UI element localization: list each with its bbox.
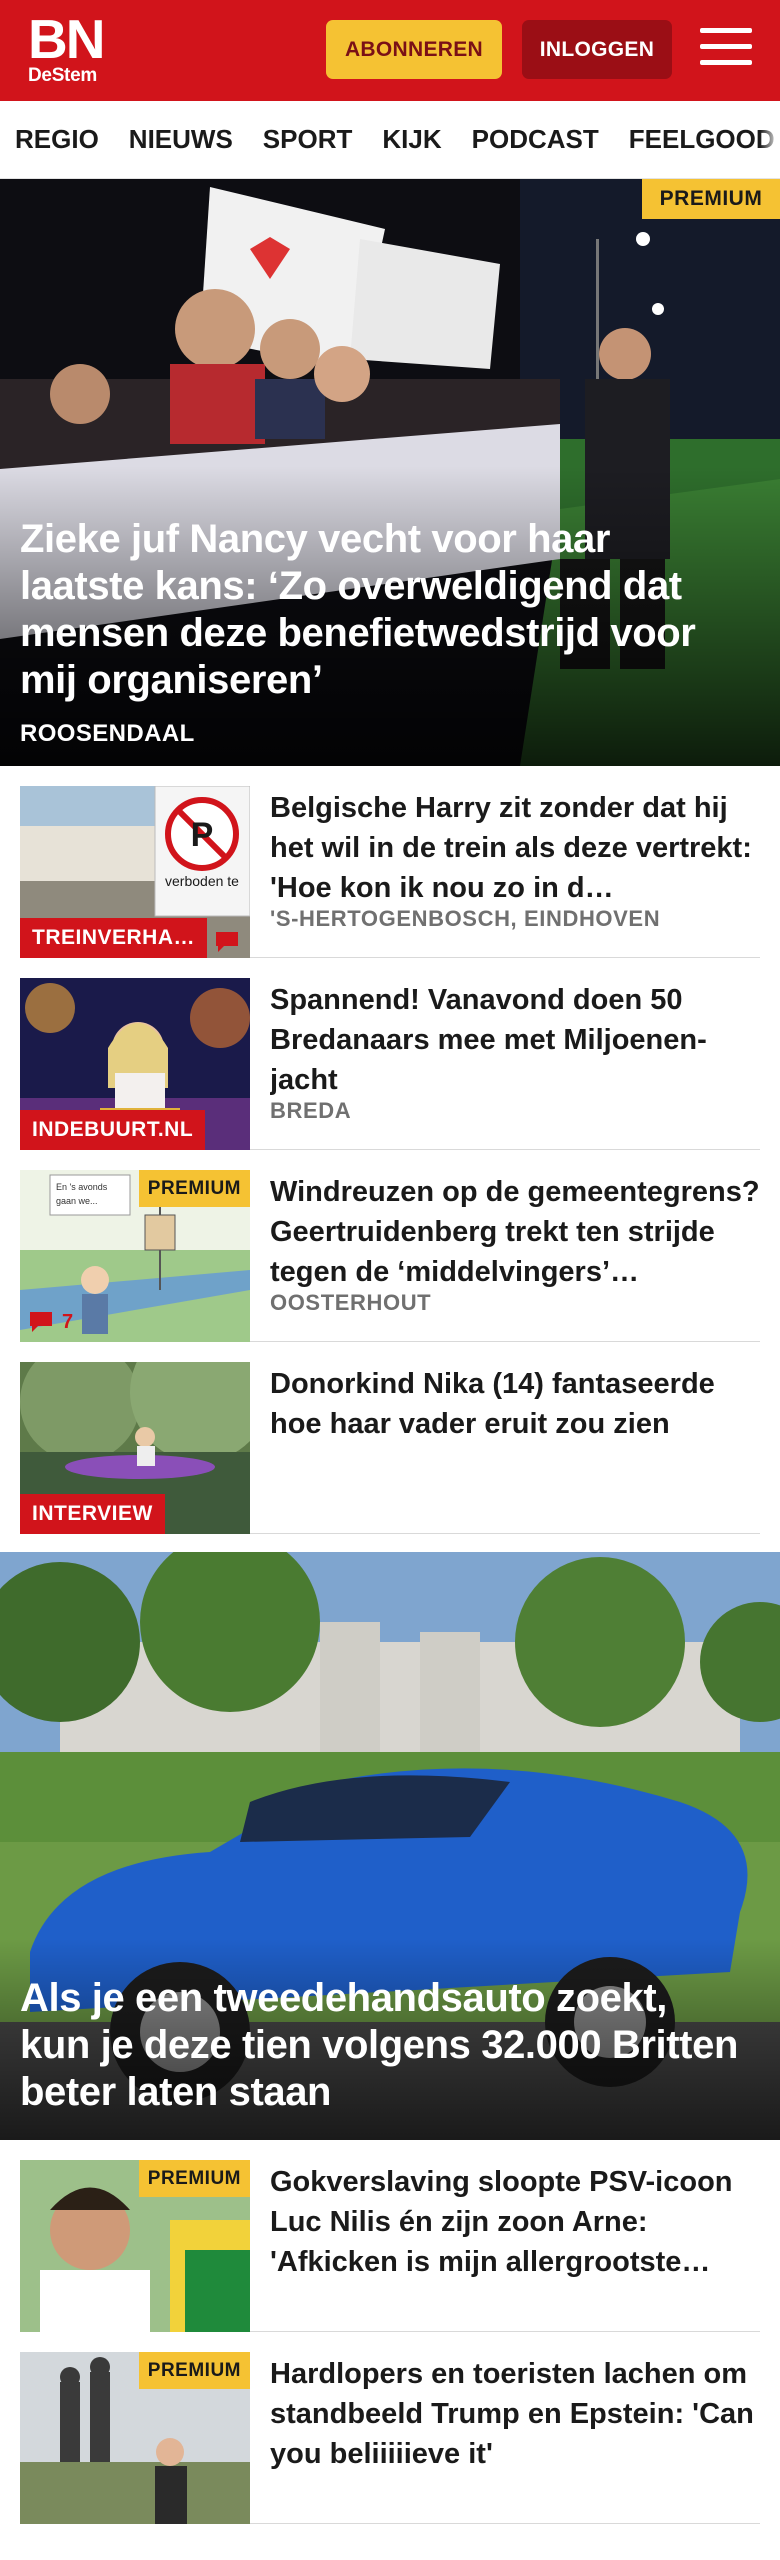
article-thumbnail: INDEBUURT.NL [20,978,250,1150]
subscribe-button[interactable]: ABONNEREN [326,20,502,79]
article-location: 'S-HERTOGENBOSCH, EINDHOVEN [270,906,661,931]
comment-icon [30,1312,52,1332]
comment-count[interactable]: 7 [28,1310,73,1334]
login-button[interactable]: INLOGGEN [522,20,672,79]
nav-item-sport[interactable]: SPORT [263,124,353,155]
list-item[interactable]: INDEBUURT.NL Spannend! Vanavond doen 50 … [20,958,760,1150]
article-title[interactable]: Gokverslaving sloopte PSV-icoon Luc Nili… [270,2162,760,2282]
list-item[interactable]: PREMIUM Gokverslaving sloopte PSV-icoon … [20,2140,760,2332]
article-title[interactable]: Hardlopers en toeristen lachen om standb… [270,2354,760,2474]
feature-title[interactable]: Als je een tweedehandsauto zoekt, kun je… [20,1975,740,2116]
premium-badge: PREMIUM [642,179,780,219]
article-list-2: PREMIUM Gokverslaving sloopte PSV-icoon … [0,2140,780,2524]
nav-fade [760,101,780,178]
article-title[interactable]: Donorkind Nika (14) fantaseerde hoe haar… [270,1364,760,1444]
article-location: BREDA [270,1098,352,1123]
article-thumbnail: PREMIUM [20,2352,250,2524]
article-thumbnail: P verboden te TREINVERHA… [20,786,250,958]
hero-location: ROOSENDAAL [20,720,195,747]
list-item[interactable]: P verboden te TREINVERHA… Belgische Harr… [20,766,760,958]
comment-icon [214,930,240,954]
article-thumbnail: INTERVIEW [20,1362,250,1534]
article-title[interactable]: Spannend! Vanavond doen 50 Bredanaars me… [270,980,760,1100]
list-item[interactable]: PREMIUM Hardlopers en toeristen lachen o… [20,2332,760,2524]
nav-item-kijk[interactable]: KIJK [382,124,441,155]
hamburger-menu-icon[interactable] [700,28,752,72]
article-thumbnail: PREMIUM [20,2160,250,2332]
article-thumbnail: En 's avonds gaan we... PREMIUM 7 [20,1170,250,1342]
nav-item-podcast[interactable]: PODCAST [472,124,599,155]
article-title[interactable]: Windreuzen op de gemeente­grens? Geertru… [270,1172,760,1292]
svg-text:gaan we...: gaan we... [56,1196,98,1206]
article-list: P verboden te TREINVERHA… Belgische Harr… [0,766,780,1534]
nav-item-nieuws[interactable]: NIEUWS [129,124,233,155]
svg-text:P: P [191,816,214,854]
nav-item-regio[interactable]: REGIO [15,124,99,155]
hero-article[interactable]: PREMIUM Zieke juf Nancy vecht voor haar … [0,179,780,766]
sign-text: verboden te [165,873,239,889]
section-nav: REGIO NIEUWS SPORT KIJK PODCAST FEELGOOD [0,101,780,179]
feature-article[interactable]: Als je een tweedehandsauto zoekt, kun je… [0,1552,780,2140]
article-title[interactable]: Belgische Harry zit zonder dat hij het w… [270,788,760,908]
hero-title[interactable]: Zieke juf Nancy vecht voor haar laatste … [20,516,740,704]
site-logo[interactable]: BN DeStem [28,8,112,88]
article-location: OOSTERHOUT [270,1290,432,1315]
category-tag: TREINVERHA… [20,918,208,958]
list-item[interactable]: INTERVIEW Donorkind Nika (14) fantaseerd… [20,1342,760,1534]
category-tag: INTERVIEW [20,1494,165,1534]
comment-count-value: 7 [62,1310,74,1333]
premium-badge: PREMIUM [138,2352,250,2389]
category-tag: INDEBUURT.NL [20,1110,206,1150]
nav-item-feelgood[interactable]: FEELGOOD [629,124,775,155]
premium-badge: PREMIUM [138,2160,250,2197]
logo-text: BN [28,8,105,70]
site-header: BN DeStem ABONNEREN INLOGGEN [0,0,780,101]
list-item[interactable]: En 's avonds gaan we... PREMIUM 7 Windre… [20,1150,760,1342]
premium-badge: PREMIUM [138,1170,250,1207]
cartoon-text: En 's avonds [56,1182,108,1192]
